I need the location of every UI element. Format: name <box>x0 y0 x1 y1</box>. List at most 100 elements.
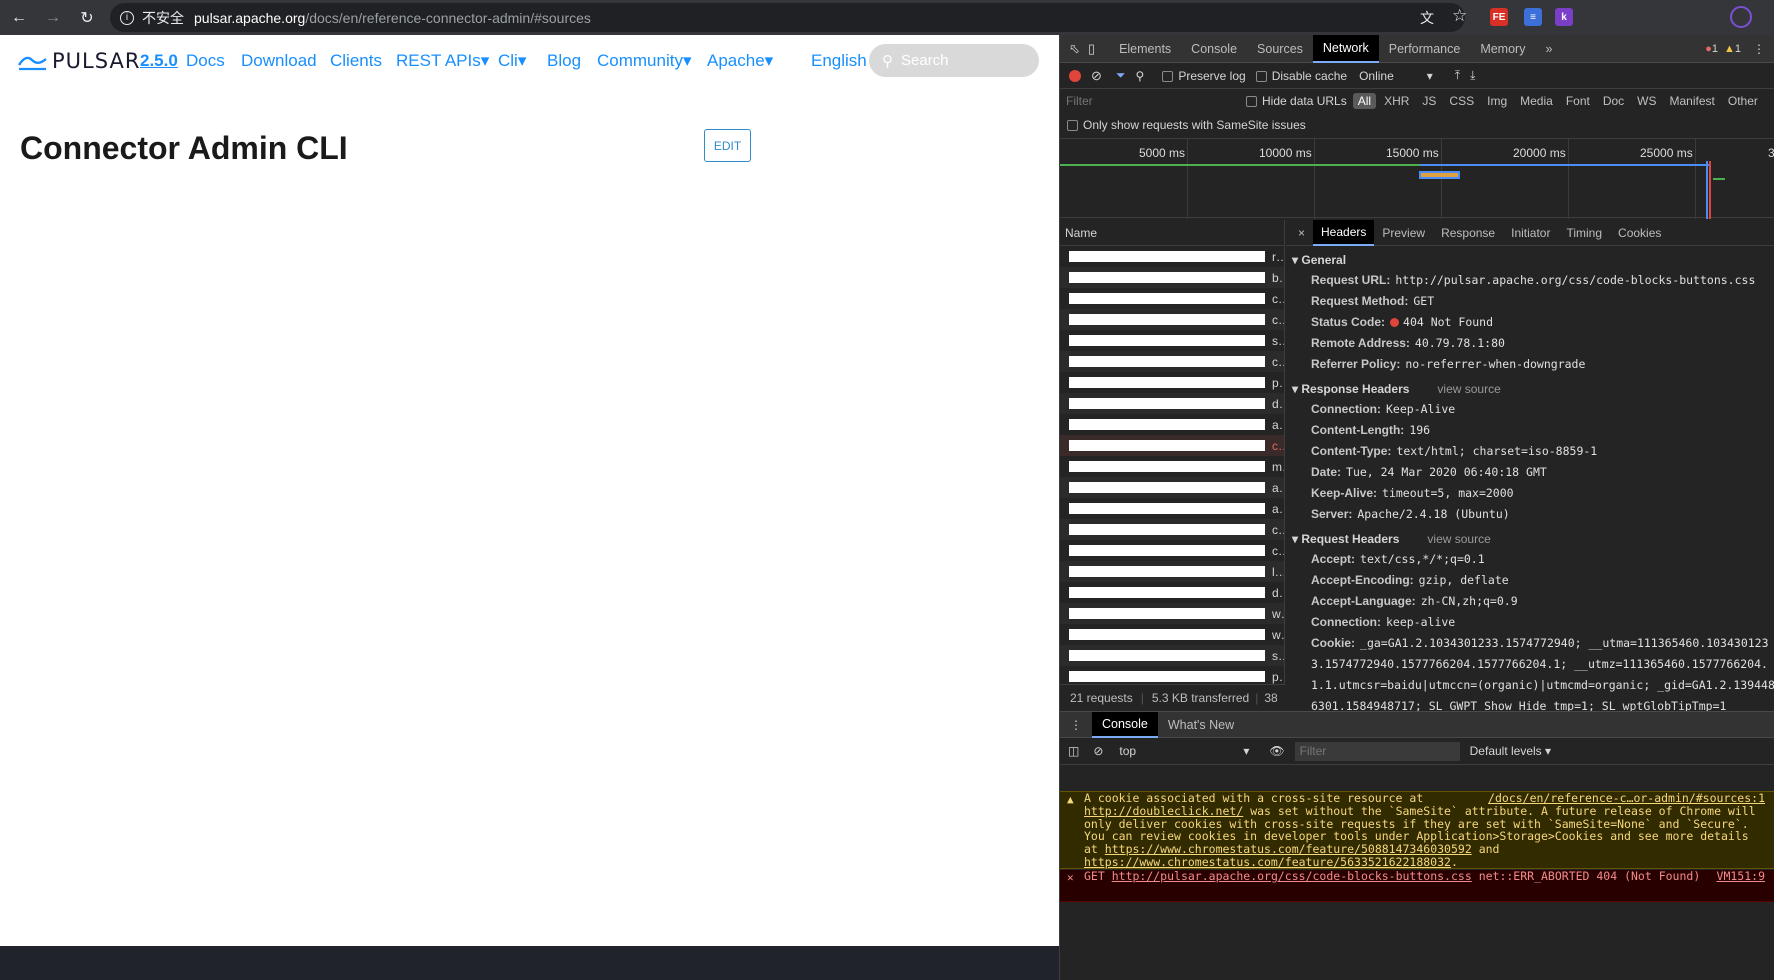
live-expression-eye-icon[interactable]: 👁 <box>1269 744 1284 758</box>
extension-fe-icon[interactable]: FE <box>1490 8 1508 26</box>
samesite-checkbox[interactable]: Only show requests with SameSite issues <box>1067 118 1306 132</box>
tab-headers[interactable]: Headers <box>1313 220 1375 246</box>
request-row[interactable]: buttons.js <box>1060 267 1284 288</box>
view-source-link[interactable]: view source <box>1427 532 1490 546</box>
device-toggle-icon[interactable]: ▯ <box>1088 41 1095 57</box>
nav-rest-apis[interactable]: REST APIs▾ <box>396 51 489 71</box>
sidebar-toggle-icon[interactable]: ◫ <box>1068 744 1079 758</box>
name-column-header[interactable]: Name <box>1060 220 1284 246</box>
log-levels-select[interactable]: Default levels ▾ <box>1470 744 1551 758</box>
filter-js[interactable]: JS <box>1417 93 1441 109</box>
console-filter-input[interactable] <box>1294 741 1460 761</box>
back-icon[interactable]: ← <box>4 3 34 33</box>
request-row[interactable]: docsearch.min.css <box>1060 582 1284 603</box>
clear-icon[interactable]: ⊘ <box>1091 68 1102 84</box>
request-row[interactable]: atom-one-dark.min.css <box>1060 414 1284 435</box>
version-link[interactable]: 2.5.0 <box>140 51 178 71</box>
request-row[interactable]: custom.js <box>1060 309 1284 330</box>
request-row[interactable]: language.svg <box>1060 561 1284 582</box>
console-clear-icon[interactable]: ⊘ <box>1093 744 1103 758</box>
request-row[interactable]: pulsar.svg <box>1060 372 1284 393</box>
request-row[interactable]: collect?v=1&aip=1&t=dc&_r=3&ti… <box>1060 540 1284 561</box>
filter-manifest[interactable]: Manifest <box>1665 93 1720 109</box>
tab-preview[interactable]: Preview <box>1374 220 1433 246</box>
tab-elements[interactable]: Elements <box>1109 35 1181 63</box>
request-row[interactable]: collect?v=1&_v=j81&a=16025328… <box>1060 519 1284 540</box>
extension-blue-icon[interactable]: ≡ <box>1524 8 1542 26</box>
tab-memory[interactable]: Memory <box>1470 35 1535 63</box>
pulsar-logo[interactable]: PULSAR <box>18 49 140 73</box>
nav-clients[interactable]: Clients <box>330 51 382 71</box>
drawer-tab-whats-new[interactable]: What's New <box>1158 712 1244 738</box>
filter-css[interactable]: CSS <box>1444 93 1479 109</box>
filter-ws[interactable]: WS <box>1632 93 1661 109</box>
nav-apache[interactable]: Apache▾ <box>707 51 773 71</box>
request-row[interactable]: code-blocks-buttons.css <box>1060 435 1284 456</box>
drawer-tab-console[interactable]: Console <box>1092 711 1158 738</box>
request-row[interactable]: main.css <box>1060 456 1284 477</box>
warning-count-icon[interactable]: ▲1 <box>1724 43 1741 55</box>
more-tabs-icon[interactable]: » <box>1535 35 1562 63</box>
bookmark-star-icon[interactable]: ☆ <box>1452 6 1467 26</box>
nav-download[interactable]: Download <box>241 51 317 71</box>
error-count-icon[interactable]: ●1 <box>1705 43 1718 55</box>
request-row[interactable]: clipboard.min.js <box>1060 288 1284 309</box>
record-icon[interactable] <box>1069 69 1081 82</box>
disable-cache-checkbox[interactable]: Disable cache <box>1255 69 1347 83</box>
tab-console[interactable]: Console <box>1181 35 1247 63</box>
response-headers-section-header[interactable]: ▾ Response Headers view source <box>1286 375 1774 399</box>
tab-response[interactable]: Response <box>1433 220 1503 246</box>
close-details-icon[interactable]: × <box>1290 220 1313 246</box>
security-label[interactable]: 不安全 <box>142 8 184 28</box>
extension-purple-icon[interactable]: k <box>1555 8 1573 26</box>
request-row[interactable]: widgets.js <box>1060 603 1284 624</box>
nav-docs[interactable]: Docs <box>186 51 225 71</box>
forward-icon[interactable]: → <box>38 3 68 33</box>
nav-community[interactable]: Community▾ <box>597 51 692 71</box>
search-network-icon[interactable]: ⚲ <box>1136 69 1145 83</box>
error-url-link[interactable]: http://pulsar.apache.org/css/code-blocks… <box>1112 869 1472 883</box>
tab-timing[interactable]: Timing <box>1558 220 1610 246</box>
tab-network[interactable]: Network <box>1312 34 1379 63</box>
import-har-icon[interactable]: ⤒ <box>1455 68 1460 83</box>
request-row[interactable]: widget_iframe.d0f13be8321eb43… <box>1060 624 1284 645</box>
tab-initiator[interactable]: Initiator <box>1503 220 1558 246</box>
request-row[interactable]: codetabs.js <box>1060 351 1284 372</box>
translate-icon[interactable]: 文 <box>1420 8 1434 28</box>
filter-doc[interactable]: Doc <box>1598 93 1629 109</box>
request-row[interactable]: analytics.js <box>1060 498 1284 519</box>
nav-blog[interactable]: Blog <box>547 51 581 71</box>
request-row[interactable]: settings <box>1060 645 1284 666</box>
network-filter-input[interactable] <box>1066 94 1236 108</box>
network-overview[interactable]: 5000 ms 10000 ms 15000 ms 20000 ms 25000… <box>1060 138 1774 219</box>
chromestatus-link-2[interactable]: https://www.chromestatus.com/feature/563… <box>1084 855 1451 869</box>
filter-other[interactable]: Other <box>1723 93 1763 109</box>
tab-sources[interactable]: Sources <box>1247 35 1313 63</box>
search-input[interactable] <box>901 52 1021 69</box>
info-icon[interactable]: i <box>120 10 134 25</box>
filter-img[interactable]: Img <box>1482 93 1512 109</box>
hide-data-urls-checkbox[interactable]: Hide data URLs <box>1246 94 1347 108</box>
general-section-header[interactable]: ▾ General <box>1286 246 1774 270</box>
nav-cli[interactable]: Cli▾ <box>498 51 526 71</box>
request-row[interactable]: atom-one-dark.min.css <box>1060 477 1284 498</box>
request-row[interactable]: scrollSpy.js <box>1060 330 1284 351</box>
drawer-menu-icon[interactable]: ⋮ <box>1070 718 1082 732</box>
edit-button[interactable]: EDIT <box>704 129 751 162</box>
view-source-link[interactable]: view source <box>1437 382 1500 396</box>
error-source-link[interactable]: VM151:9 <box>1717 870 1765 883</box>
filter-funnel-icon[interactable]: ⏷ <box>1116 68 1126 83</box>
context-select[interactable]: top ▾ <box>1119 744 1249 758</box>
kebab-menu-icon[interactable]: ⋮ <box>1753 42 1765 56</box>
address-bar[interactable]: i 不安全 pulsar.apache.org/docs/en/referenc… <box>110 3 1465 32</box>
request-headers-section-header[interactable]: ▾ Request Headers view source <box>1286 525 1774 549</box>
request-row[interactable]: reference-connector-admin/ <box>1060 246 1284 267</box>
tab-cookies[interactable]: Cookies <box>1610 220 1669 246</box>
profile-avatar[interactable] <box>1730 6 1752 28</box>
nav-language[interactable]: English <box>811 51 867 71</box>
request-row[interactable]: docsearch.min.css <box>1060 393 1284 414</box>
filter-media[interactable]: Media <box>1515 93 1558 109</box>
filter-font[interactable]: Font <box>1561 93 1595 109</box>
filter-xhr[interactable]: XHR <box>1379 93 1414 109</box>
filter-all[interactable]: All <box>1352 93 1377 109</box>
